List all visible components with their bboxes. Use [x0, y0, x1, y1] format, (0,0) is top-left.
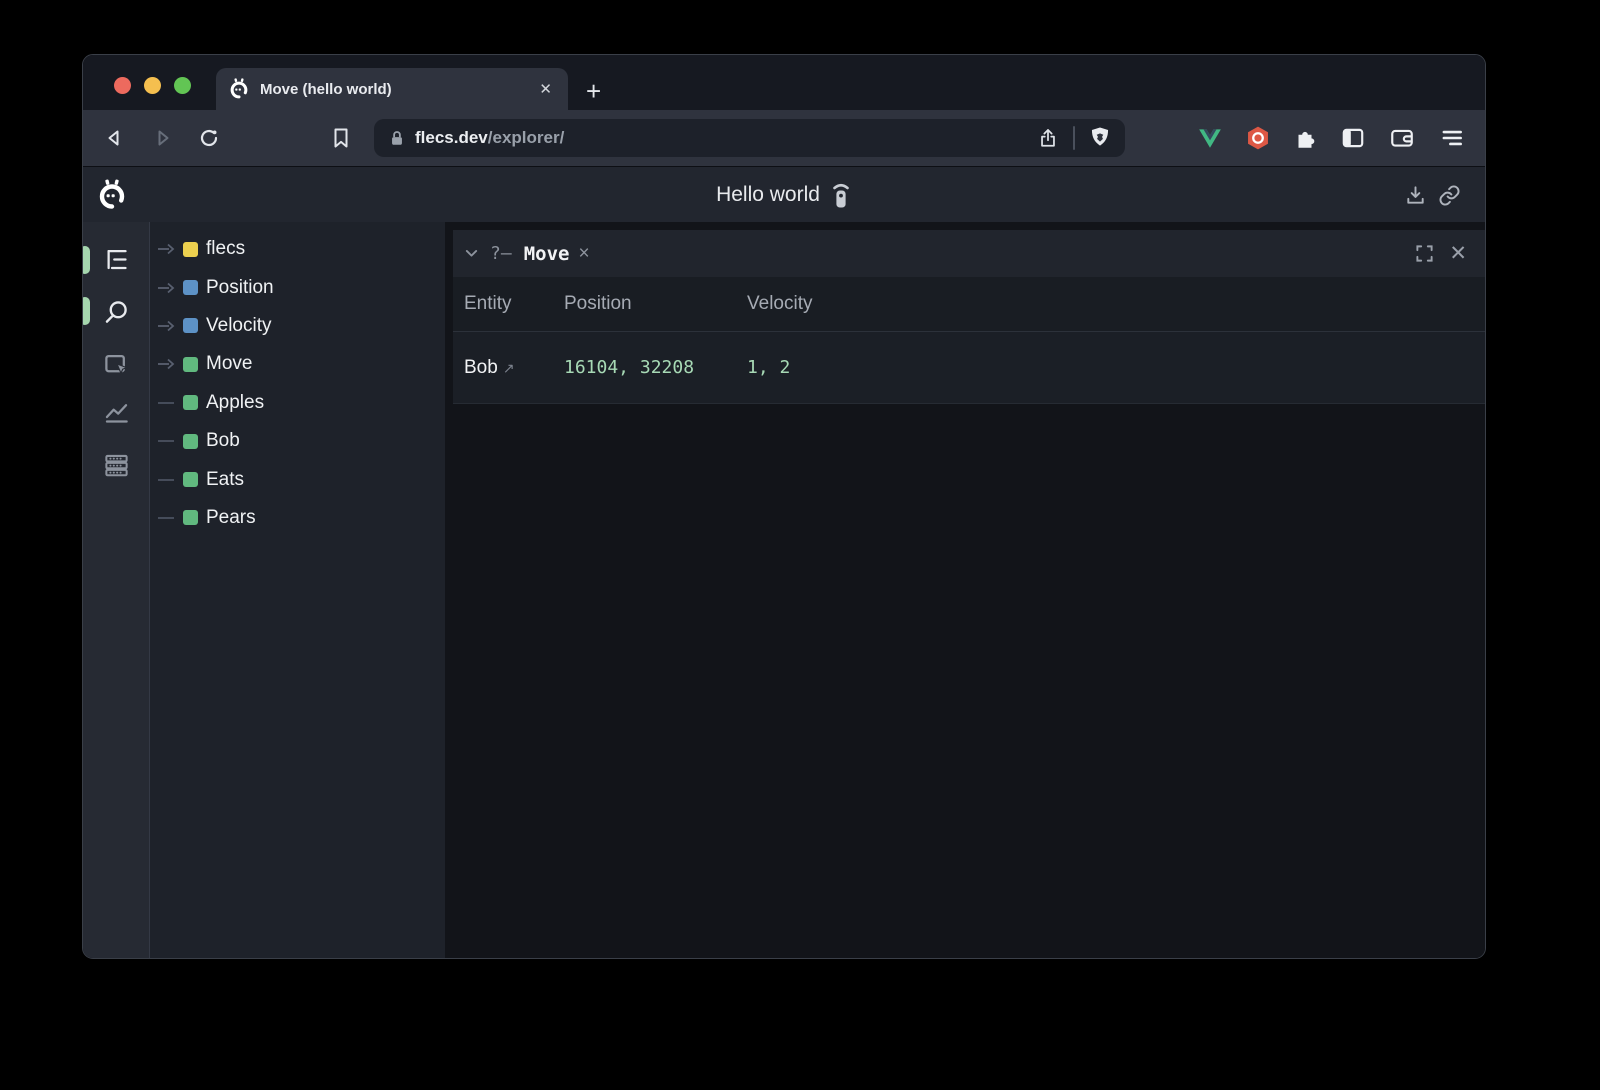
column-header-position[interactable]: Position [564, 293, 632, 314]
download-icon[interactable] [1404, 184, 1427, 207]
panel-close-button[interactable]: ✕ [1449, 243, 1467, 264]
browser-window: Move (hello world) ✕ + [83, 55, 1485, 958]
permalink-icon[interactable] [1438, 184, 1461, 207]
inspect-cursor-icon[interactable] [103, 351, 130, 378]
tree-item-velocity[interactable]: Velocity [150, 307, 445, 345]
url-bar[interactable]: flecs.dev /explorer/ [374, 119, 1125, 157]
tree-item-label: Apples [206, 392, 264, 414]
close-window-button[interactable] [114, 77, 131, 94]
screenshot-canvas: Move (hello world) ✕ + [0, 0, 1600, 1090]
tree-item-flecs[interactable]: flecs [150, 230, 445, 268]
query-panel-header: ?– Move × ✕ [453, 230, 1485, 277]
table-row[interactable]: Bob ↗ 16104, 32208 1, 2 [453, 332, 1485, 404]
fullscreen-icon[interactable] [1415, 244, 1434, 263]
entity-color-square [183, 242, 198, 257]
entity-link-arrow-icon[interactable]: ↗ [503, 360, 515, 376]
leaf-dash-icon [158, 435, 178, 447]
app-header: Hello world [83, 166, 1485, 222]
entity-color-square [183, 395, 198, 410]
new-tab-button[interactable]: + [586, 78, 601, 104]
tree-outline-icon[interactable] [103, 246, 130, 273]
leaf-dash-icon [158, 397, 178, 409]
wallet-icon[interactable] [1389, 125, 1413, 149]
column-header-entity[interactable]: Entity [464, 293, 512, 314]
content-area: flecs Position Velocity Move [83, 222, 1485, 958]
divider [1073, 126, 1075, 150]
share-icon[interactable] [1037, 127, 1059, 149]
left-icon-strip [83, 222, 150, 958]
position-value[interactable]: 16104, 32208 [564, 357, 694, 378]
tree-item-eats[interactable]: Eats [150, 460, 445, 498]
main-panel: ?– Move × ✕ Entity Position Velo [445, 222, 1485, 958]
query-type-glyph: ?– [490, 243, 512, 264]
menu-hamburger-icon[interactable] [1439, 125, 1463, 149]
back-button[interactable] [103, 126, 127, 150]
active-indicator-search [83, 297, 90, 325]
tree-item-position[interactable]: Position [150, 268, 445, 306]
tree-item-move[interactable]: Move [150, 345, 445, 383]
entity-color-square [183, 318, 198, 333]
remote-connection-icon[interactable] [830, 181, 852, 209]
query-inline-close-button[interactable]: × [578, 243, 589, 265]
tree-item-bob[interactable]: Bob [150, 422, 445, 460]
query-panel-title: Move [524, 243, 570, 265]
expand-arrow-icon[interactable] [158, 243, 178, 255]
tree-item-pears[interactable]: Pears [150, 499, 445, 537]
maximize-window-button[interactable] [174, 77, 191, 94]
entity-color-square [183, 510, 198, 525]
tab-title: Move (hello world) [260, 81, 535, 98]
brave-shield-icon[interactable] [1089, 126, 1111, 150]
tree-item-label: Bob [206, 430, 240, 452]
expand-arrow-icon[interactable] [158, 358, 178, 370]
tab-bar: Move (hello world) ✕ + [83, 55, 1485, 110]
entity-color-square [183, 472, 198, 487]
tree-item-label: Eats [206, 469, 244, 491]
entity-color-square [183, 357, 198, 372]
tree-item-label: Position [206, 277, 274, 299]
entity-tree-panel: flecs Position Velocity Move [150, 222, 445, 958]
query-table-header: Entity Position Velocity [453, 277, 1485, 332]
stats-chart-icon[interactable] [103, 399, 130, 426]
tree-item-label: flecs [206, 238, 245, 260]
world-title: Hello world [716, 183, 820, 207]
browser-toolbar: flecs.dev /explorer/ [83, 110, 1485, 166]
velocity-value[interactable]: 1, 2 [747, 357, 790, 378]
entity-name[interactable]: Bob [464, 357, 498, 378]
collapse-chevron-icon[interactable] [463, 245, 480, 262]
url-path: /explorer/ [488, 128, 565, 148]
column-header-velocity[interactable]: Velocity [747, 293, 812, 314]
tab-close-button[interactable]: ✕ [535, 78, 556, 100]
expand-arrow-icon[interactable] [158, 320, 178, 332]
hexagon-extension-icon[interactable] [1245, 125, 1269, 149]
lock-icon [388, 129, 406, 147]
forward-button[interactable] [150, 126, 174, 150]
tree-item-label: Pears [206, 507, 256, 529]
active-indicator-tree [83, 246, 90, 274]
search-icon[interactable] [103, 298, 130, 325]
expand-arrow-icon[interactable] [158, 282, 178, 294]
tree-item-apples[interactable]: Apples [150, 384, 445, 422]
flecs-favicon-icon [228, 78, 250, 100]
data-rows-icon[interactable] [103, 452, 130, 479]
vue-devtools-extension-icon[interactable] [1197, 125, 1221, 149]
entity-color-square [183, 434, 198, 449]
minimize-window-button[interactable] [144, 77, 161, 94]
bookmark-icon[interactable] [329, 126, 353, 150]
tree-item-label: Move [206, 353, 252, 375]
tree-item-label: Velocity [206, 315, 271, 337]
leaf-dash-icon [158, 512, 178, 524]
extensions-puzzle-icon[interactable] [1292, 125, 1316, 149]
entity-color-square [183, 280, 198, 295]
leaf-dash-icon [158, 474, 178, 486]
sidebar-panel-icon[interactable] [1340, 125, 1364, 149]
reload-button[interactable] [197, 126, 221, 150]
browser-tab[interactable]: Move (hello world) ✕ [216, 68, 568, 110]
url-domain: flecs.dev [415, 128, 488, 148]
